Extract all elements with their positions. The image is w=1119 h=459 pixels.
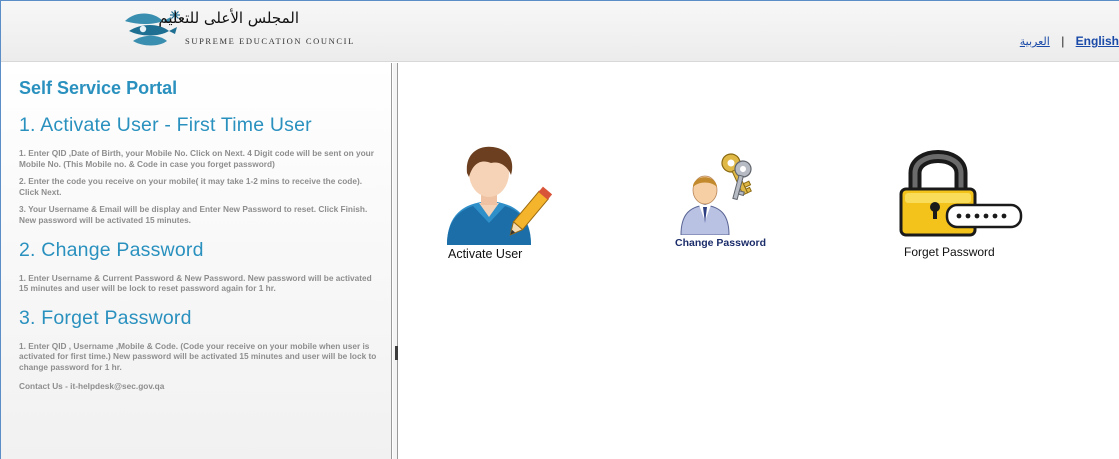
change-password-tile[interactable]: Change Password: [657, 137, 782, 252]
section-title-activate-user: 1. Activate User - First Time User: [19, 114, 312, 136]
forget-password-tile[interactable]: Forget Password: [895, 143, 1027, 268]
forget-password-step-1: 1. Enter QID , Username ,Mobile & Code. …: [19, 340, 377, 372]
activate-step-1: 1. Enter QID ,Date of Birth, your Mobile…: [19, 148, 374, 169]
language-switcher: العربية | English: [1020, 34, 1119, 50]
activate-step-3: 3. Your Username & Email will be display…: [19, 204, 368, 225]
arabic-language-link[interactable]: العربية: [1020, 35, 1050, 48]
section-title-change-password: 2. Change Password: [19, 238, 204, 261]
section-title-forget-password: 3. Forget Password: [19, 306, 192, 329]
instructions-panel: Self Service Portal 1. Activate User - F…: [1, 63, 392, 459]
logo-arabic-text: المجلس الأعلى للتعليم: [158, 9, 299, 27]
splitter-collapse-handle[interactable]: [395, 346, 398, 360]
activate-user-tile[interactable]: Activate User: [439, 143, 552, 268]
portal-title: Self Service Portal: [19, 78, 178, 98]
forget-password-label: Forget Password: [904, 245, 995, 259]
change-password-label: Change Password: [675, 237, 767, 249]
user-keys-icon: [680, 153, 752, 235]
activate-step-2: 2. Enter the code you receive on your mo…: [19, 176, 363, 197]
panel-splitter[interactable]: [393, 63, 398, 459]
change-password-step-1: 1. Enter Username & Current Password & N…: [19, 272, 372, 294]
contact-info: Contact Us - it-helpdesk@sec.gov.qa: [19, 380, 165, 391]
padlock-password-icon: [899, 150, 1023, 237]
language-separator: |: [1061, 34, 1065, 48]
page-header: المجلس الأعلى للتعليم SUPREME EDUCATION …: [1, 1, 1119, 62]
user-edit-icon: [447, 146, 552, 245]
activate-user-label: Activate User: [448, 247, 523, 261]
logo-english-text: SUPREME EDUCATION COUNCIL: [185, 36, 355, 46]
sec-logo[interactable]: المجلس الأعلى للتعليم SUPREME EDUCATION …: [119, 7, 379, 55]
english-language-link[interactable]: English: [1076, 34, 1119, 48]
options-panel: Activate User Change Password Forget Pas…: [399, 63, 1119, 459]
